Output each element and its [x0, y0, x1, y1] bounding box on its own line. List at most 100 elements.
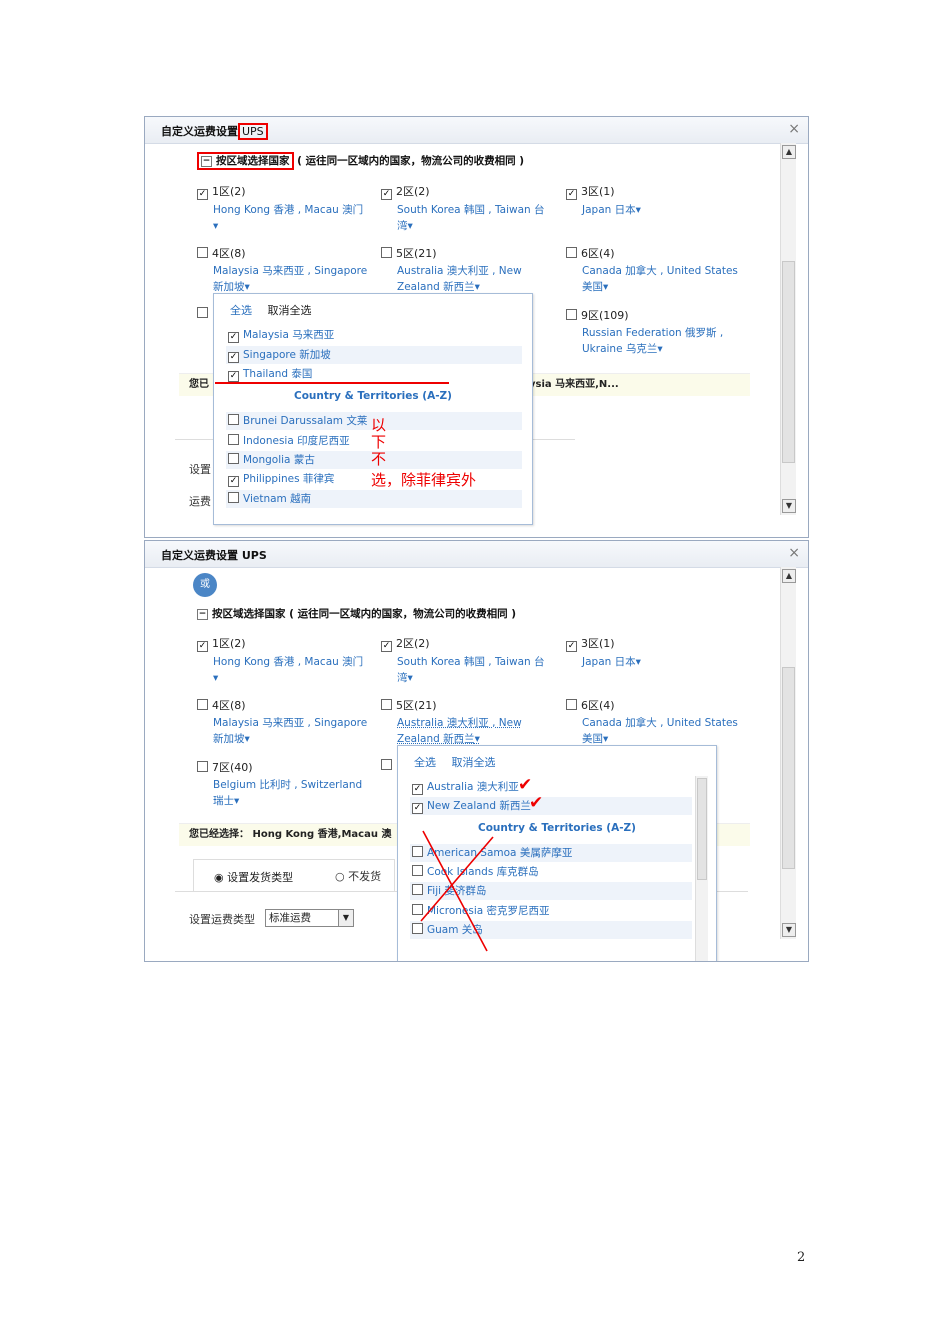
zone-checkbox[interactable]: [381, 759, 392, 770]
zone-label: 6区: [581, 247, 599, 260]
chevron-down-icon: ▾: [657, 343, 663, 355]
zone-countries-text: Australia 澳大利亚 , New Zealand 新西兰: [397, 265, 522, 293]
zone-countries-text: Hong Kong 香港 , Macau 澳门: [213, 204, 364, 216]
zone-1: ✓ 1区(2) Hong Kong 香港 , Macau 澳门 ▾: [197, 635, 367, 686]
popup-actions: 全选 取消全选: [414, 754, 508, 770]
zone-countries-link[interactable]: Japan 日本▾: [582, 654, 736, 670]
zone-7: 7区(40) Belgium 比利时 , Switzerland 瑞士▾: [197, 759, 367, 809]
country-checkbox[interactable]: ✓: [228, 371, 239, 382]
scroll-down-icon[interactable]: ▼: [782, 499, 796, 513]
chevron-down-icon: ▾: [234, 795, 240, 807]
dialog-titlebar: 自定义运费设置 UPS ×: [145, 541, 808, 568]
popup-actions: 全选 取消全选: [230, 302, 324, 318]
zone-count: (8): [230, 247, 246, 260]
country-name: Malaysia 马来西亚: [243, 329, 335, 341]
zone-countries-link[interactable]: Canada 加拿大 , United States 美国▾: [582, 715, 742, 747]
annotation-underline: [215, 382, 449, 384]
zone-countries-link[interactable]: Belgium 比利时 , Switzerland 瑞士▾: [213, 777, 373, 809]
country-row[interactable]: Vietnam 越南: [226, 490, 522, 508]
popup-scroll-thumb[interactable]: [697, 778, 707, 880]
freight-type-label: 设置运费类型: [189, 913, 255, 926]
group-label: 按区域选择国家: [212, 608, 286, 620]
scroll-up-icon[interactable]: ▲: [782, 569, 796, 583]
zone-countries-text: Malaysia 马来西亚 , Singapore 新加坡: [213, 265, 368, 293]
country-checkbox[interactable]: [228, 453, 239, 464]
selected-country-row[interactable]: ✓ Malaysia 马来西亚: [226, 326, 522, 344]
country-checkbox[interactable]: ✓: [228, 352, 239, 363]
scroll-up-icon[interactable]: ▲: [782, 145, 796, 159]
zone-label: 5区: [396, 247, 414, 260]
zone-1: ✓ 1区(2) Hong Kong 香港 , Macau 澳门 ▾: [197, 183, 367, 234]
popup-scrollbar[interactable]: [695, 776, 708, 961]
freight-type-select[interactable]: 标准运费 ▼: [265, 909, 354, 927]
select-all-link[interactable]: 全选: [414, 756, 436, 769]
vertical-scrollbar[interactable]: ▲ ▼: [780, 567, 796, 939]
country-checkbox[interactable]: ✓: [228, 476, 239, 487]
close-icon[interactable]: ×: [788, 121, 800, 137]
country-checkbox[interactable]: [228, 414, 239, 425]
zone-checkbox[interactable]: [381, 247, 392, 258]
zone-3: ✓ 3区(1) Japan 日本▾: [566, 635, 736, 670]
country-checkbox[interactable]: [228, 434, 239, 445]
zone-checkbox[interactable]: [566, 309, 577, 320]
zone-countries-text: Japan 日本: [582, 204, 636, 216]
collapse-icon[interactable]: −: [197, 608, 208, 620]
zone-checkbox[interactable]: ✓: [381, 641, 392, 652]
zone-2: ✓ 2区(2) South Korea 韩国 , Taiwan 台湾▾: [381, 183, 551, 234]
zone-checkbox[interactable]: [197, 699, 208, 710]
freight-type-value: 标准运费: [269, 912, 311, 924]
selected-country-row[interactable]: ✓ New Zealand 新西兰: [410, 797, 692, 815]
zone-country-popup: 全选 取消全选 ✓ Malaysia 马来西亚 ✓ Singapore 新加坡 ✓ T…: [213, 293, 533, 525]
chevron-down-icon: ▾: [635, 656, 641, 668]
selected-country-row[interactable]: ✓ Singapore 新加坡: [226, 346, 522, 364]
zone-checkbox[interactable]: ✓: [197, 189, 208, 200]
radio-label: 不发货: [348, 870, 382, 883]
country-checkbox[interactable]: ✓: [412, 784, 423, 795]
select-all-link[interactable]: 全选: [230, 304, 252, 317]
zone-countries-link[interactable]: Malaysia 马来西亚 , Singapore 新加坡▾: [213, 715, 373, 747]
annotation-vertical-text: 以 下 不: [371, 417, 386, 468]
radio-no-ship[interactable]: ○ 不发货: [335, 868, 381, 884]
zone-checkbox[interactable]: ✓: [197, 641, 208, 652]
zone-countries-link[interactable]: Malaysia 马来西亚 , Singapore 新加坡▾: [213, 263, 373, 295]
zone-countries-link[interactable]: Hong Kong 香港 , Macau 澳门 ▾: [213, 654, 367, 686]
selected-country-row[interactable]: ✓ Thailand 泰国: [226, 365, 522, 383]
zone-checkbox[interactable]: ✓: [566, 641, 577, 652]
deselect-all-link[interactable]: 取消全选: [268, 304, 312, 317]
deselect-all-link[interactable]: 取消全选: [452, 756, 496, 769]
zone-countries-link[interactable]: Canada 加拿大 , United States 美国▾: [582, 263, 742, 295]
close-icon[interactable]: ×: [788, 545, 800, 561]
country-checkbox[interactable]: ✓: [228, 332, 239, 343]
annotation-text: 选，除菲律宾外: [371, 471, 477, 489]
zone-countries-link[interactable]: South Korea 韩国 , Taiwan 台湾▾: [397, 654, 547, 686]
zone-checkbox[interactable]: ✓: [566, 189, 577, 200]
scroll-thumb[interactable]: [782, 667, 795, 869]
zone-checkbox[interactable]: [566, 247, 577, 258]
country-checkbox[interactable]: ✓: [412, 803, 423, 814]
zone-countries-link[interactable]: South Korea 韩国 , Taiwan 台湾▾: [397, 202, 547, 234]
zone-6: 6区(4) Canada 加拿大 , United States 美国▾: [566, 697, 738, 747]
country-name: New Zealand 新西兰: [427, 800, 531, 812]
group-note: ( 运往同一区域内的国家，物流公司的收费相同 ): [297, 155, 525, 167]
zone-checkbox[interactable]: [566, 699, 577, 710]
collapse-icon[interactable]: −: [201, 155, 212, 167]
zone-count: (109): [599, 309, 629, 322]
zone-checkbox[interactable]: [381, 699, 392, 710]
zone-countries-link[interactable]: Hong Kong 香港 , Macau 澳门 ▾: [213, 202, 367, 234]
zone-checkbox[interactable]: ✓: [381, 189, 392, 200]
zone-checkbox[interactable]: [197, 761, 208, 772]
selected-country-row[interactable]: ✓ Australia 澳大利亚: [410, 778, 692, 796]
zone-countries-text: Australia 澳大利亚 , New Zealand 新西兰: [397, 717, 522, 745]
scroll-thumb[interactable]: [782, 261, 795, 463]
vertical-scrollbar[interactable]: ▲ ▼: [780, 143, 796, 515]
zone-countries-text: Malaysia 马来西亚 , Singapore 新加坡: [213, 717, 368, 745]
zone-checkbox[interactable]: [197, 247, 208, 258]
scroll-down-icon[interactable]: ▼: [782, 923, 796, 937]
zone-countries-link[interactable]: Russian Federation 俄罗斯 , Ukraine 乌克兰▾: [582, 325, 742, 357]
zone-countries-link[interactable]: Australia 澳大利亚 , New Zealand 新西兰▾: [397, 263, 547, 295]
zone-checkbox[interactable]: [197, 307, 208, 318]
radio-ship-type[interactable]: ◉ 设置发货类型: [214, 869, 293, 885]
country-checkbox[interactable]: [228, 492, 239, 503]
zone-countries-link[interactable]: Australia 澳大利亚 , New Zealand 新西兰▾: [397, 715, 547, 747]
zone-countries-link[interactable]: Japan 日本▾: [582, 202, 736, 218]
